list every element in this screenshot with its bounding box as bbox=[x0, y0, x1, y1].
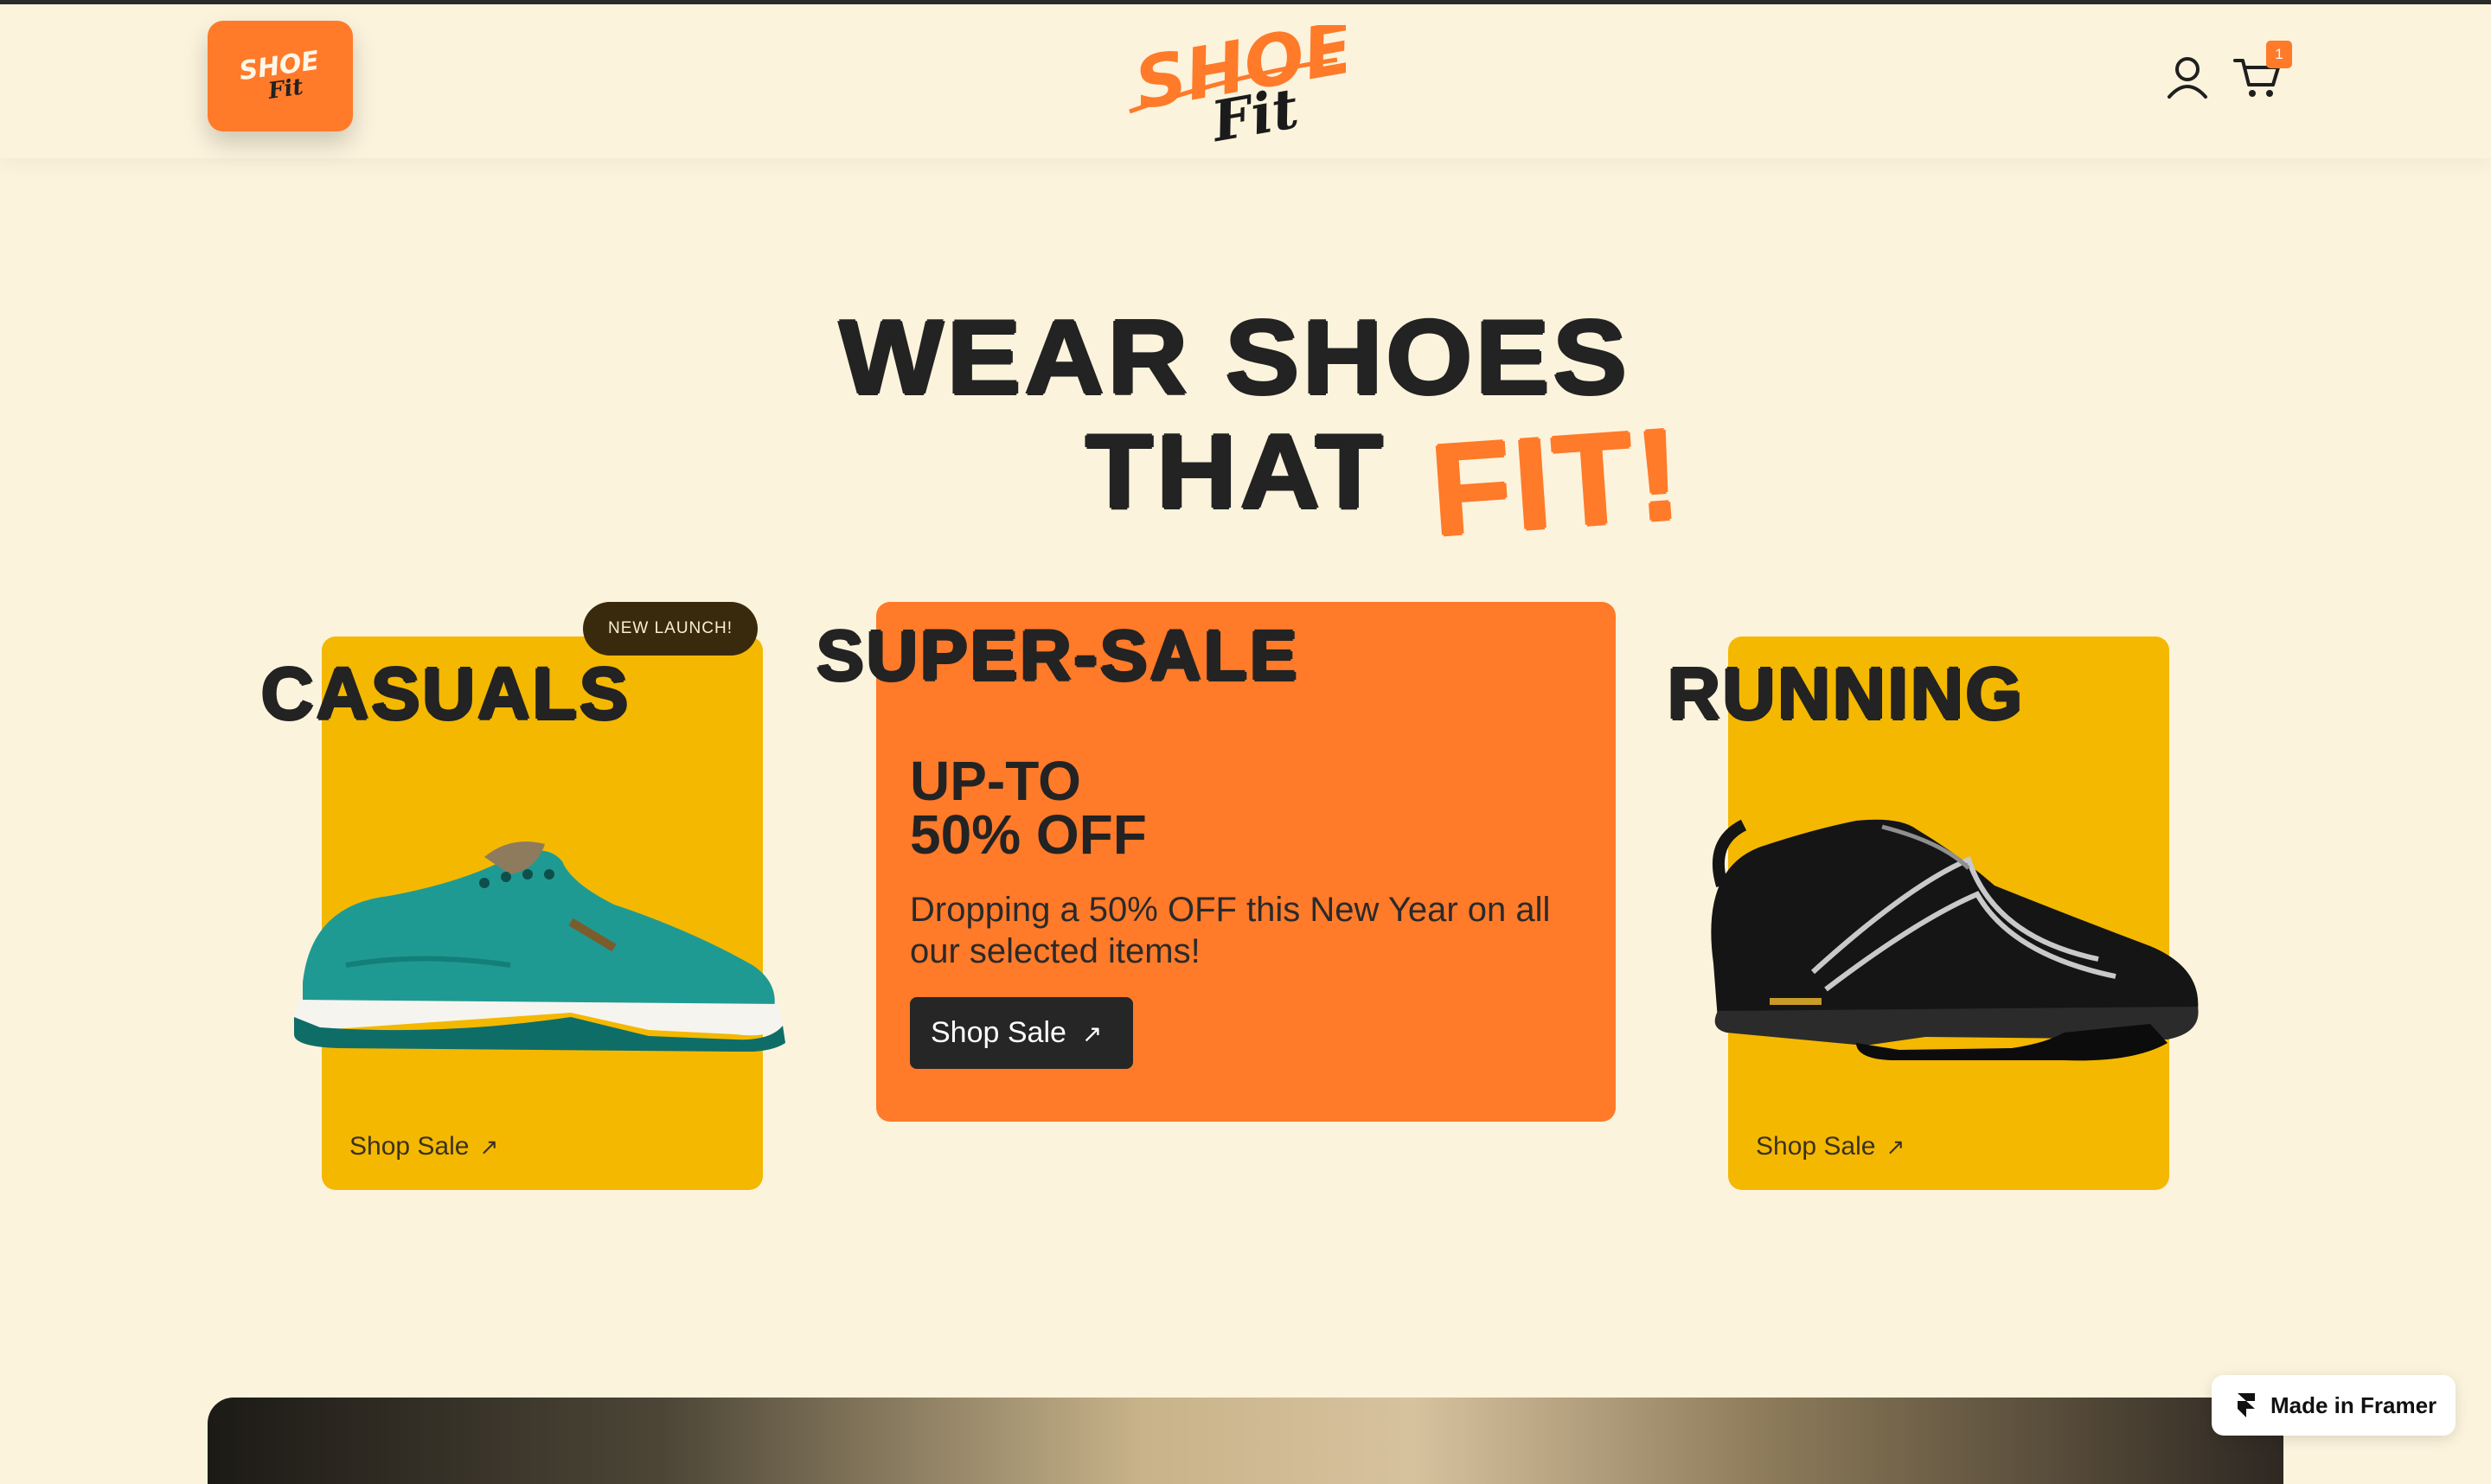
sale-description: Dropping a 50% OFF this New Year on all … bbox=[910, 891, 1551, 970]
new-launch-badge: NEW LAUNCH! bbox=[583, 602, 758, 656]
cart-count-badge: 1 bbox=[2266, 41, 2292, 68]
sale-headline: UP-TO 50% OFF bbox=[910, 750, 1515, 866]
made-in-framer-badge[interactable]: Made in Framer bbox=[2212, 1375, 2456, 1436]
brand-logo-line2: Fit bbox=[1206, 76, 1303, 155]
mini-brand-logo: SHOE Fit bbox=[237, 46, 321, 105]
hero-title-line2: THAT bbox=[1085, 413, 1386, 531]
menu-logo-button[interactable]: SHOE Fit bbox=[208, 21, 353, 131]
made-in-framer-label: Made in Framer bbox=[2270, 1392, 2437, 1418]
black-running-shoe-image bbox=[1711, 819, 2199, 1061]
user-icon[interactable] bbox=[2162, 52, 2212, 102]
sale-headline-line2: 50% OFF bbox=[910, 803, 1147, 866]
hero-title-accent: FIT! bbox=[1426, 400, 1688, 563]
framer-icon bbox=[2238, 1393, 2255, 1417]
sale-headline-line1: UP-TO bbox=[910, 750, 1081, 812]
mini-brand-line2: Fit bbox=[266, 74, 304, 105]
bottom-hero-image bbox=[208, 1398, 2283, 1484]
casuals-shop-link[interactable]: Shop Sale ↗ bbox=[349, 1132, 498, 1161]
hero-title-line1: WEAR SHOES bbox=[839, 298, 1630, 417]
arrow-up-right-icon: ↗ bbox=[1081, 1020, 1103, 1047]
super-sale-title: SUPER-SALE bbox=[816, 617, 1300, 695]
casuals-title: CASUALS bbox=[261, 653, 631, 734]
shop-sale-button[interactable]: Shop Sale ↗ bbox=[910, 997, 1133, 1069]
running-title: RUNNING bbox=[1668, 653, 2025, 734]
site-header: SHOE Fit SHOE Fit 1 bbox=[0, 4, 2491, 158]
teal-sneaker-image bbox=[294, 841, 785, 1052]
arrow-up-right-icon: ↗ bbox=[1886, 1134, 1905, 1160]
running-shop-label: Shop Sale bbox=[1756, 1132, 1876, 1161]
running-shop-link[interactable]: Shop Sale ↗ bbox=[1756, 1132, 1905, 1161]
brand-logo[interactable]: SHOE Fit bbox=[1121, 25, 1346, 155]
shop-sale-button-label: Shop Sale bbox=[931, 1016, 1066, 1049]
arrow-up-right-icon: ↗ bbox=[479, 1134, 499, 1160]
casuals-shop-label: Shop Sale bbox=[349, 1132, 470, 1161]
